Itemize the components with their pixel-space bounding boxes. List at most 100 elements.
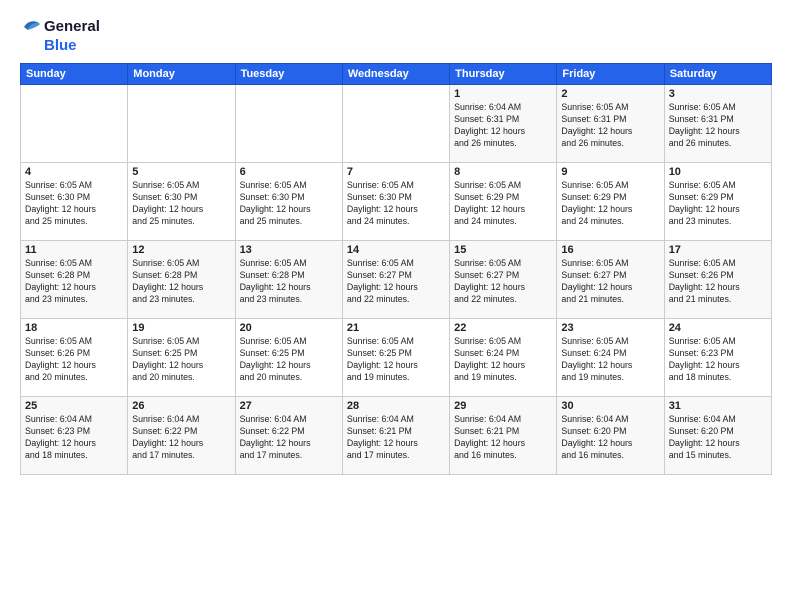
day-number: 14	[347, 244, 445, 256]
calendar-cell	[342, 84, 449, 162]
calendar-week-row: 1Sunrise: 6:04 AM Sunset: 6:31 PM Daylig…	[21, 84, 772, 162]
calendar-week-row: 25Sunrise: 6:04 AM Sunset: 6:23 PM Dayli…	[21, 396, 772, 474]
day-number: 12	[132, 244, 230, 256]
day-number: 17	[669, 244, 767, 256]
calendar-cell: 27Sunrise: 6:04 AM Sunset: 6:22 PM Dayli…	[235, 396, 342, 474]
calendar-cell: 18Sunrise: 6:05 AM Sunset: 6:26 PM Dayli…	[21, 318, 128, 396]
day-number: 19	[132, 322, 230, 334]
day-number: 18	[25, 322, 123, 334]
day-number: 27	[240, 400, 338, 412]
weekday-header: Sunday	[21, 63, 128, 84]
weekday-header: Wednesday	[342, 63, 449, 84]
calendar-cell: 12Sunrise: 6:05 AM Sunset: 6:28 PM Dayli…	[128, 240, 235, 318]
weekday-header: Thursday	[450, 63, 557, 84]
day-info: Sunrise: 6:05 AM Sunset: 6:31 PM Dayligh…	[561, 101, 659, 150]
calendar-cell: 20Sunrise: 6:05 AM Sunset: 6:25 PM Dayli…	[235, 318, 342, 396]
day-number: 13	[240, 244, 338, 256]
header: General Blue	[20, 16, 772, 55]
day-info: Sunrise: 6:05 AM Sunset: 6:27 PM Dayligh…	[347, 257, 445, 306]
calendar-cell: 22Sunrise: 6:05 AM Sunset: 6:24 PM Dayli…	[450, 318, 557, 396]
day-info: Sunrise: 6:05 AM Sunset: 6:30 PM Dayligh…	[347, 179, 445, 228]
day-info: Sunrise: 6:05 AM Sunset: 6:29 PM Dayligh…	[454, 179, 552, 228]
calendar-cell: 6Sunrise: 6:05 AM Sunset: 6:30 PM Daylig…	[235, 162, 342, 240]
day-number: 5	[132, 166, 230, 178]
day-number: 16	[561, 244, 659, 256]
day-number: 3	[669, 88, 767, 100]
day-info: Sunrise: 6:05 AM Sunset: 6:31 PM Dayligh…	[669, 101, 767, 150]
calendar-header: SundayMondayTuesdayWednesdayThursdayFrid…	[21, 63, 772, 84]
day-info: Sunrise: 6:05 AM Sunset: 6:30 PM Dayligh…	[132, 179, 230, 228]
day-number: 31	[669, 400, 767, 412]
day-info: Sunrise: 6:05 AM Sunset: 6:29 PM Dayligh…	[561, 179, 659, 228]
day-info: Sunrise: 6:05 AM Sunset: 6:30 PM Dayligh…	[25, 179, 123, 228]
calendar-cell: 1Sunrise: 6:04 AM Sunset: 6:31 PM Daylig…	[450, 84, 557, 162]
logo-blue: Blue	[44, 38, 100, 55]
calendar-cell: 5Sunrise: 6:05 AM Sunset: 6:30 PM Daylig…	[128, 162, 235, 240]
day-number: 6	[240, 166, 338, 178]
day-number: 9	[561, 166, 659, 178]
calendar-cell	[235, 84, 342, 162]
day-number: 25	[25, 400, 123, 412]
weekday-header: Monday	[128, 63, 235, 84]
calendar-cell: 9Sunrise: 6:05 AM Sunset: 6:29 PM Daylig…	[557, 162, 664, 240]
day-number: 30	[561, 400, 659, 412]
day-info: Sunrise: 6:05 AM Sunset: 6:24 PM Dayligh…	[454, 335, 552, 384]
day-number: 23	[561, 322, 659, 334]
logo: General Blue	[20, 16, 100, 55]
calendar-cell: 15Sunrise: 6:05 AM Sunset: 6:27 PM Dayli…	[450, 240, 557, 318]
weekday-header: Tuesday	[235, 63, 342, 84]
logo-container: General Blue	[20, 16, 100, 55]
calendar-cell: 21Sunrise: 6:05 AM Sunset: 6:25 PM Dayli…	[342, 318, 449, 396]
logo-general: General	[44, 19, 100, 36]
calendar-cell: 7Sunrise: 6:05 AM Sunset: 6:30 PM Daylig…	[342, 162, 449, 240]
day-info: Sunrise: 6:05 AM Sunset: 6:25 PM Dayligh…	[347, 335, 445, 384]
calendar-week-row: 18Sunrise: 6:05 AM Sunset: 6:26 PM Dayli…	[21, 318, 772, 396]
day-number: 11	[25, 244, 123, 256]
day-number: 20	[240, 322, 338, 334]
calendar-cell: 17Sunrise: 6:05 AM Sunset: 6:26 PM Dayli…	[664, 240, 771, 318]
calendar-cell: 11Sunrise: 6:05 AM Sunset: 6:28 PM Dayli…	[21, 240, 128, 318]
calendar-week-row: 11Sunrise: 6:05 AM Sunset: 6:28 PM Dayli…	[21, 240, 772, 318]
day-info: Sunrise: 6:05 AM Sunset: 6:27 PM Dayligh…	[561, 257, 659, 306]
logo-bird-icon	[20, 16, 42, 38]
day-info: Sunrise: 6:04 AM Sunset: 6:22 PM Dayligh…	[132, 413, 230, 462]
weekday-header: Saturday	[664, 63, 771, 84]
day-info: Sunrise: 6:05 AM Sunset: 6:27 PM Dayligh…	[454, 257, 552, 306]
day-info: Sunrise: 6:05 AM Sunset: 6:24 PM Dayligh…	[561, 335, 659, 384]
day-number: 28	[347, 400, 445, 412]
calendar-cell: 8Sunrise: 6:05 AM Sunset: 6:29 PM Daylig…	[450, 162, 557, 240]
calendar-cell: 19Sunrise: 6:05 AM Sunset: 6:25 PM Dayli…	[128, 318, 235, 396]
day-info: Sunrise: 6:04 AM Sunset: 6:20 PM Dayligh…	[561, 413, 659, 462]
calendar-cell	[21, 84, 128, 162]
calendar-cell: 30Sunrise: 6:04 AM Sunset: 6:20 PM Dayli…	[557, 396, 664, 474]
day-info: Sunrise: 6:05 AM Sunset: 6:28 PM Dayligh…	[240, 257, 338, 306]
day-number: 29	[454, 400, 552, 412]
calendar-cell	[128, 84, 235, 162]
day-number: 4	[25, 166, 123, 178]
calendar-cell: 24Sunrise: 6:05 AM Sunset: 6:23 PM Dayli…	[664, 318, 771, 396]
day-number: 7	[347, 166, 445, 178]
calendar-body: 1Sunrise: 6:04 AM Sunset: 6:31 PM Daylig…	[21, 84, 772, 474]
day-info: Sunrise: 6:04 AM Sunset: 6:20 PM Dayligh…	[669, 413, 767, 462]
day-number: 24	[669, 322, 767, 334]
day-info: Sunrise: 6:05 AM Sunset: 6:26 PM Dayligh…	[669, 257, 767, 306]
day-info: Sunrise: 6:05 AM Sunset: 6:25 PM Dayligh…	[132, 335, 230, 384]
day-info: Sunrise: 6:05 AM Sunset: 6:25 PM Dayligh…	[240, 335, 338, 384]
calendar-table: SundayMondayTuesdayWednesdayThursdayFrid…	[20, 63, 772, 475]
day-info: Sunrise: 6:05 AM Sunset: 6:28 PM Dayligh…	[25, 257, 123, 306]
day-info: Sunrise: 6:04 AM Sunset: 6:21 PM Dayligh…	[454, 413, 552, 462]
day-info: Sunrise: 6:05 AM Sunset: 6:29 PM Dayligh…	[669, 179, 767, 228]
day-number: 2	[561, 88, 659, 100]
calendar-cell: 3Sunrise: 6:05 AM Sunset: 6:31 PM Daylig…	[664, 84, 771, 162]
day-number: 8	[454, 166, 552, 178]
calendar-cell: 28Sunrise: 6:04 AM Sunset: 6:21 PM Dayli…	[342, 396, 449, 474]
calendar-week-row: 4Sunrise: 6:05 AM Sunset: 6:30 PM Daylig…	[21, 162, 772, 240]
calendar-cell: 29Sunrise: 6:04 AM Sunset: 6:21 PM Dayli…	[450, 396, 557, 474]
day-info: Sunrise: 6:05 AM Sunset: 6:26 PM Dayligh…	[25, 335, 123, 384]
day-number: 15	[454, 244, 552, 256]
day-number: 22	[454, 322, 552, 334]
day-info: Sunrise: 6:04 AM Sunset: 6:22 PM Dayligh…	[240, 413, 338, 462]
day-info: Sunrise: 6:05 AM Sunset: 6:28 PM Dayligh…	[132, 257, 230, 306]
day-number: 10	[669, 166, 767, 178]
page: General Blue SundayMondayTuesdayWednesda…	[0, 0, 792, 612]
